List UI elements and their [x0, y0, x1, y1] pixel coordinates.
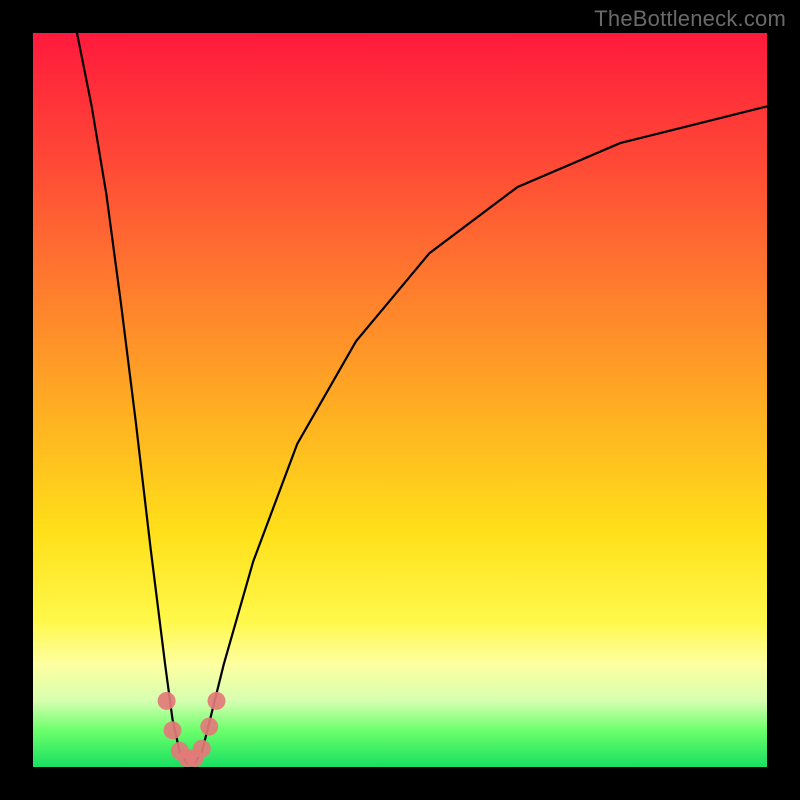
chart-frame: TheBottleneck.com: [0, 0, 800, 800]
plot-area: [33, 33, 767, 767]
curve-layer: [33, 33, 767, 767]
watermark-text: TheBottleneck.com: [594, 6, 786, 32]
highlight-markers: [158, 692, 226, 767]
bottleneck-curve: [77, 33, 767, 763]
